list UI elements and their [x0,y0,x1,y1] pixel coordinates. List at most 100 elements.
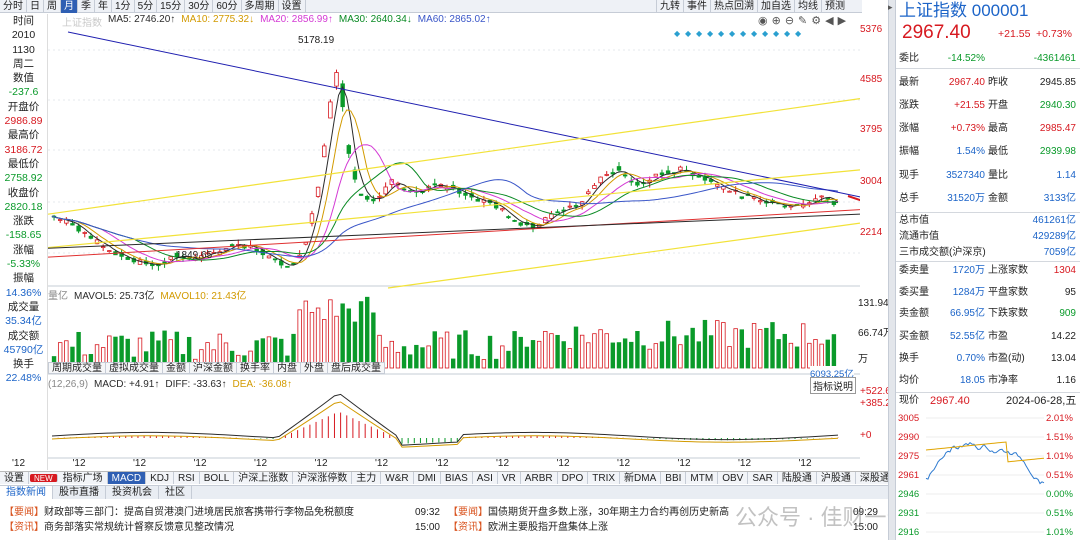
volume-bar [807,342,812,369]
indicator-tab[interactable]: 主力 [352,472,382,484]
period-tab[interactable]: 60分 [213,0,242,13]
period-tab[interactable]: 5分 [135,0,158,13]
change-pct: +0.73% [1036,28,1072,40]
event-marker[interactable]: ◆ [685,29,692,38]
candle-body [758,200,763,203]
news-tab[interactable]: 投资机会 [106,486,159,499]
indicator-tab[interactable]: TRIX [588,472,621,484]
indicator-tab[interactable]: 新DMA [620,472,662,484]
intraday-left-tick: 2990 [898,432,919,443]
panel-splitter[interactable] [888,0,895,540]
period-tab[interactable]: 30分 [185,0,214,13]
volume-subtab[interactable]: 盘后成交量 [328,362,385,374]
trend-line-base [48,213,860,249]
next-icon[interactable]: ▶ [838,15,850,27]
indicator-tab[interactable]: 指标广场 [59,472,108,484]
indicator-tab[interactable]: W&R [381,472,414,484]
period-tab[interactable]: 设置 [279,0,306,13]
volume-subtab[interactable]: 金额 [163,362,190,374]
volume-bar [819,343,824,369]
intraday-price: 2967.40 [930,395,970,407]
indicator-tab[interactable]: 沪深上涨数 [234,472,294,484]
event-marker[interactable]: ◆ [762,29,769,38]
volume-subtab[interactable]: 外盘 [301,362,328,374]
period-tab[interactable]: 分时 [0,0,27,13]
volume-subtab[interactable]: 周期成交量 [48,362,106,374]
chart-tool-button[interactable]: 热点回溯 [710,0,757,13]
news-item[interactable]: 【资讯】商务部落实常规统计督察反馈意见整改情况 15:00 [4,521,440,535]
period-tab[interactable]: 年 [95,0,112,13]
event-marker[interactable]: ◆ [729,29,736,38]
event-marker[interactable]: ◆ [784,29,791,38]
news-tab[interactable]: 指数新闻 [0,486,53,499]
indicator-tab[interactable]: DMI [414,472,441,484]
event-marker[interactable]: ◆ [751,29,758,38]
collapse-icon[interactable]: ▸ [888,2,893,13]
volume-bar [518,336,523,369]
indicator-tab[interactable]: BIAS [441,472,473,484]
event-marker[interactable]: ◆ [718,29,725,38]
prev-icon[interactable]: ◀ [825,15,837,27]
volume-subtab[interactable]: 内盘 [274,362,301,374]
indicator-tab[interactable]: ARBR [521,472,558,484]
period-tab[interactable]: 日 [27,0,44,13]
event-marker[interactable]: ◆ [740,29,747,38]
chart-tool-button[interactable]: 加自选 [757,0,794,13]
indicator-tab[interactable]: MTM [686,472,719,484]
period-tab[interactable]: 季 [78,0,95,13]
news-tabs: 指数新闻 股市直播 投资机会 社区 [0,485,895,499]
volume-bar [696,341,702,369]
indicator-tab[interactable]: 沪股通 [817,472,856,484]
indicator-tab[interactable]: VR [498,472,521,484]
draw-icon[interactable]: ✎ [798,15,811,27]
indicator-tab[interactable]: ASI [473,472,498,484]
indicator-tab[interactable]: SAR [748,472,778,484]
high-annotation: 5178.19 [298,35,335,46]
indicator-tab[interactable]: 陆股通 [778,472,817,484]
volume-subtab[interactable]: 换手率 [237,362,274,374]
indicator-tab[interactable]: NEW [30,474,58,483]
indicator-tab[interactable]: BOLL [200,472,235,484]
chart-tool-button[interactable]: 预测 [821,0,848,13]
indicator-tab[interactable]: DPO [558,472,589,484]
volume-subtab[interactable]: 虚拟成交量 [106,362,163,374]
diff-value: DIFF: -33.63↑ [165,379,227,390]
indicator-tab[interactable]: RSI [174,472,200,484]
period-tab[interactable]: 1分 [112,0,135,13]
event-marker[interactable]: ◆ [773,29,780,38]
event-marker[interactable]: ◆ [674,29,681,38]
kline-chart[interactable]: ◆ ◆ ◆ ◆ ◆ ◆ ◆ ◆ ◆ ◆ ◆ ◆ [48,28,860,470]
news-tag: 【资讯】 [4,522,44,533]
volume-bar [500,345,505,369]
event-marker[interactable]: ◆ [696,29,703,38]
zoom-in-icon[interactable]: ⊕ [772,15,785,27]
chart-tool-button[interactable]: 事件 [683,0,710,13]
news-item[interactable]: 【要闻】财政部等三部门：提高自贸港澳门进境居民旅客携带行李物品免税额度 09:32 [4,506,440,520]
period-tab[interactable]: 周 [44,0,61,13]
zoom-out-icon[interactable]: ⊖ [785,15,798,27]
indicator-tab[interactable]: 设置 [0,472,29,484]
indicator-tab[interactable]: OBV [718,472,749,484]
eye-icon[interactable]: ◉ [758,15,772,27]
ma30-value: MA30: 2640.34↓ [338,14,412,25]
chart-tool-button[interactable]: 均线 [794,0,821,13]
news-tab[interactable]: 股市直播 [53,486,106,499]
period-tab[interactable]: 15分 [157,0,186,13]
indicator-tab[interactable]: KDJ [146,472,175,484]
candle-body [371,198,376,202]
divider [896,68,1080,69]
period-tab[interactable]: 多周期 [242,0,279,13]
chart-tool-button[interactable]: 九转 [656,0,683,13]
intraday-chart[interactable]: 3005 2.01% 2990 1.51% 2975 1.01% 2961 0.51% 2946… [896,410,1080,540]
volume-subtab[interactable]: 沪深金额 [190,362,237,374]
event-marker[interactable]: ◆ [707,29,714,38]
indicator-tab[interactable]: BBI [661,472,687,484]
period-tab[interactable]: 月 [61,0,78,13]
indicator-tab[interactable]: 沪深涨停数 [293,472,353,484]
news-tab[interactable]: 社区 [159,486,192,499]
candle-body [782,205,787,208]
gear-icon[interactable]: ⚙ [811,15,825,27]
event-marker[interactable]: ◆ [795,29,802,38]
indicator-tab[interactable]: MACD [107,472,147,484]
indicator-help-button[interactable]: 指标说明 [810,377,856,394]
